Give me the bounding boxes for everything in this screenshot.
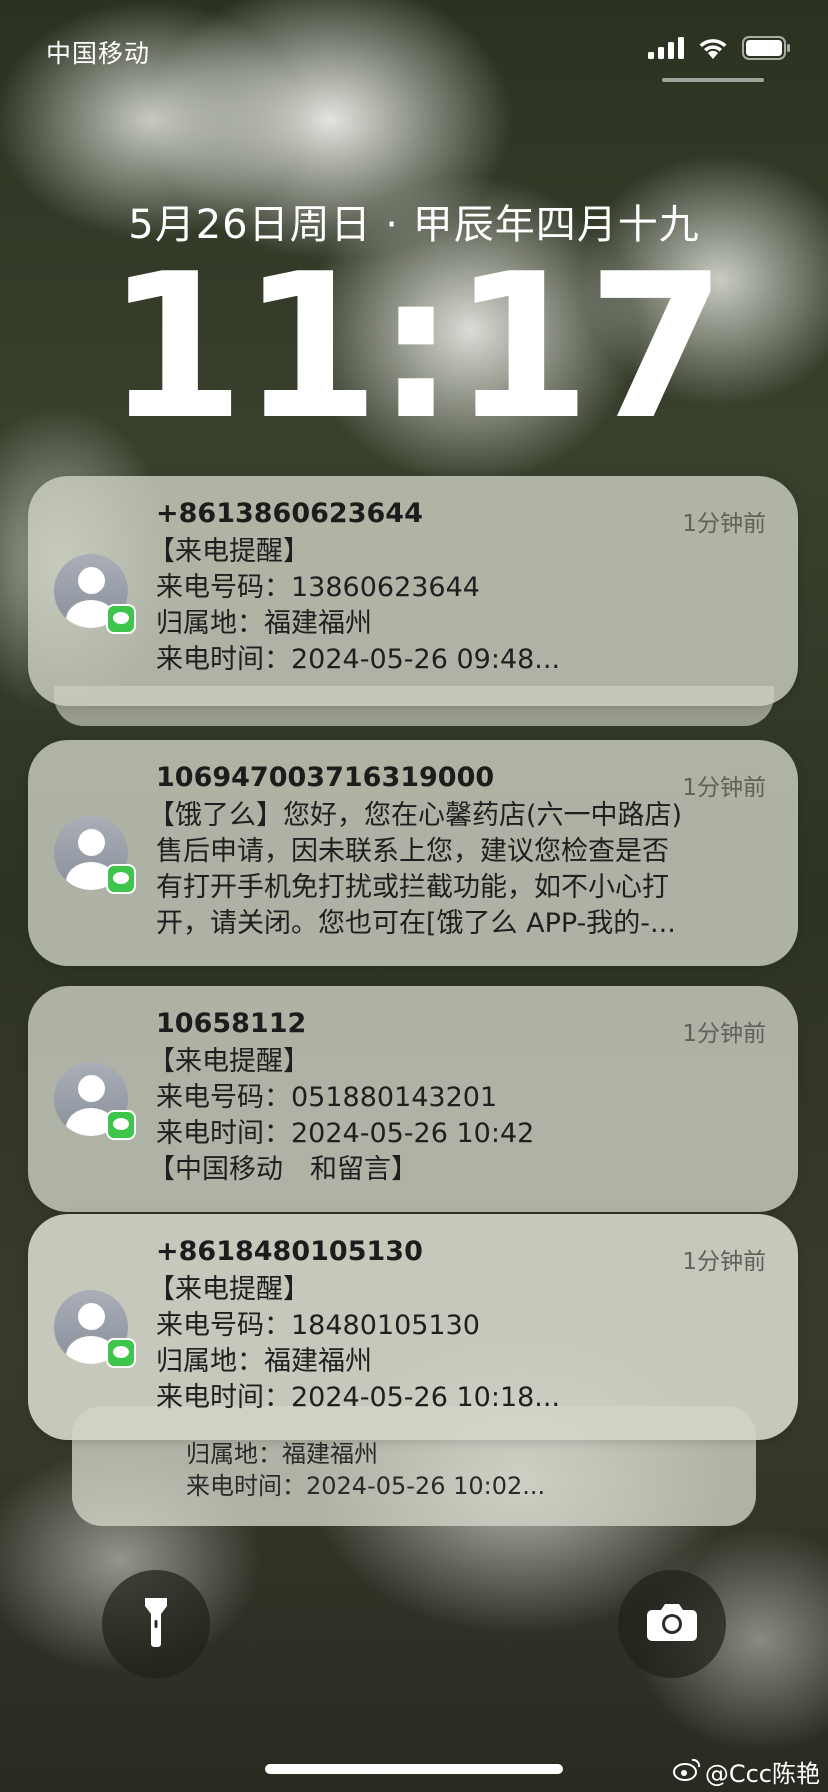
notification-line: 有打开手机免打扰或拦截功能，如不小心打 — [156, 872, 669, 903]
notification-card[interactable]: +8613860623644 1分钟前 【来电提醒】 来电号码：13860623… — [28, 476, 798, 706]
notification-card[interactable]: 10694700371631900​0 1分钟前 【饿了么】您好，您在心馨药店(… — [28, 740, 798, 966]
notification-sender: +8613860623644 — [156, 498, 423, 529]
battery-icon — [742, 36, 790, 60]
carrier-name: 中国移动 — [46, 39, 151, 68]
watermark-text: @Ccc陈艳 — [704, 1760, 820, 1788]
status-icons — [648, 36, 790, 60]
home-indicator[interactable] — [265, 1764, 563, 1774]
cellular-signal-icon — [648, 37, 684, 59]
notification-line: 来电时间：2024-05-26 10:02... — [186, 1472, 546, 1500]
notification-line: 来电号码：051880143201 — [156, 1082, 498, 1113]
notification-line: 开，请关闭。您也可在[饿了么 APP-我的-... — [156, 908, 676, 939]
messages-app-icon — [106, 1338, 136, 1368]
lock-screen-clock: 11:17 — [105, 231, 727, 464]
notification-sender: +8618480105130 — [156, 1236, 423, 1267]
notification-time: 1分钟前 — [682, 1249, 766, 1275]
wifi-icon — [698, 37, 728, 59]
notification-body: 【来电提醒】 来电号码：051880143201 来电时间：2024-05-26… — [148, 1044, 758, 1188]
camera-button[interactable] — [618, 1570, 726, 1678]
notification-sender: 10694700371631900​0 — [156, 762, 495, 793]
messages-app-icon — [106, 864, 136, 894]
notification-time: 1分钟前 — [682, 775, 766, 801]
notification-line: 归属地：福建福州 — [156, 608, 372, 639]
notification-time: 1分钟前 — [682, 511, 766, 537]
messages-app-icon — [106, 1110, 136, 1140]
messages-app-icon — [106, 604, 136, 634]
status-bar-indicator — [662, 78, 764, 82]
notification-body: 【来电提醒】 来电号码：13860623644 归属地：福建福州 来电时间：20… — [148, 534, 758, 678]
notification-line: 【来电提醒】 — [148, 1046, 310, 1077]
notification-line: 来电时间：2024-05-26 10:42 — [156, 1118, 535, 1149]
flashlight-button[interactable] — [102, 1570, 210, 1678]
notification-line: 来电号码：13860623644 — [156, 572, 480, 603]
camera-icon — [646, 1602, 698, 1646]
notification-line: 归属地：福建福州 — [156, 1346, 372, 1377]
notification-line: 归属地：福建福州 — [186, 1440, 378, 1468]
notification-line: 来电号码：18480105130 — [156, 1310, 480, 1341]
notification-card[interactable]: +8618480105130 1分钟前 【来电提醒】 来电号码：18480105… — [28, 1214, 798, 1440]
notification-line: 【来电提醒】 — [148, 1274, 310, 1305]
notification-sender: 10658112 — [156, 1008, 307, 1039]
notification-line: 来电时间：2024-05-26 09:48... — [156, 644, 561, 675]
notification-body: 【饿了么】您好，您在心馨药店(六一中路店) 售后申请，因未联系上您，建议您检查是… — [148, 798, 758, 942]
notification-line: 来电时间：2024-05-26 10:18... — [156, 1382, 561, 1413]
notification-card[interactable]: 10658112 1分钟前 【来电提醒】 来电号码：051880143201 来… — [28, 986, 798, 1212]
notification-body: 【来电提醒】 来电号码：18480105130 归属地：福建福州 来电时间：20… — [148, 1272, 758, 1416]
notification-body: 归属地：福建福州 来电时间：2024-05-26 10:02... — [186, 1438, 545, 1502]
notification-line: 【饿了么】您好，您在心馨药店(六一中路店) — [148, 800, 683, 831]
lock-screen: 中国移动 5月26日周日 · 甲辰年四月十九 11:17 +8613860623… — [0, 0, 828, 1792]
weibo-icon — [672, 1757, 701, 1787]
status-bar: 中国移动 — [0, 0, 828, 100]
flashlight-icon — [143, 1596, 169, 1652]
notification-line: 售后申请，因未联系上您，建议您检查是否 — [156, 836, 669, 867]
notification-time: 1分钟前 — [682, 1021, 766, 1047]
notification-line: 【来电提醒】 — [148, 536, 310, 567]
notification-line: 【中国移动 和留言】 — [148, 1154, 418, 1185]
watermark: @Ccc陈艳 — [672, 1754, 820, 1789]
